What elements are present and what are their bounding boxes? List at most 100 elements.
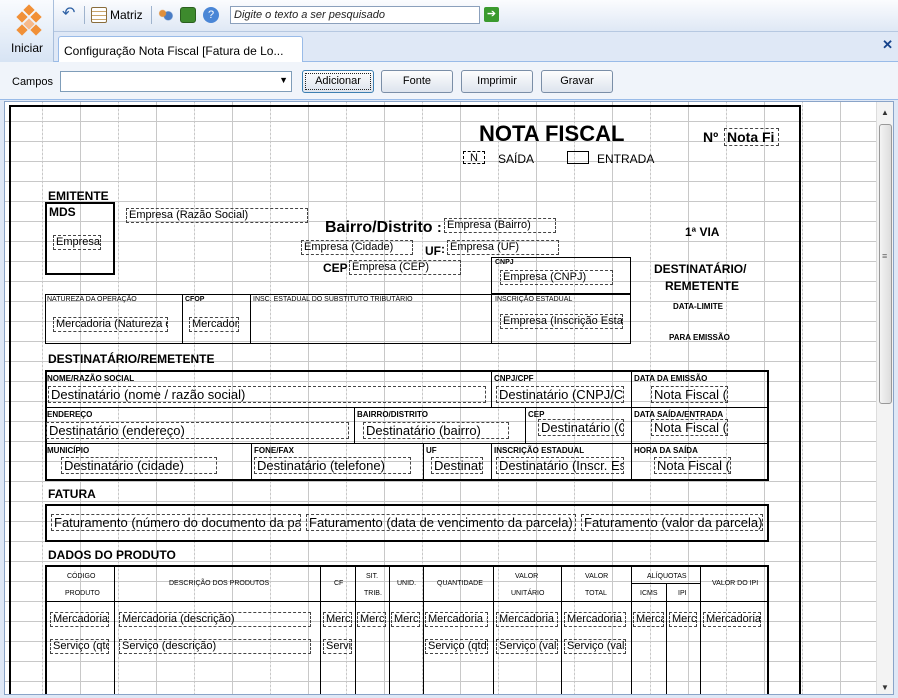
dest-rem-line1: DESTINATÁRIO/ — [654, 262, 747, 276]
fields-bar: Campos Adicionar Fonte Imprimir Gravar — [0, 62, 898, 100]
merc-icms-field[interactable]: Mercadoria — [633, 612, 664, 627]
emissao-field[interactable]: Nota Fiscal ( — [651, 386, 728, 403]
merc-cf-field[interactable]: Mercadoria — [323, 612, 352, 627]
nome-field[interactable]: Destinatário (nome / razão social) — [48, 386, 486, 403]
app-logo-icon — [15, 4, 43, 36]
fone-field[interactable]: Destinatário (telefone) — [254, 457, 411, 474]
scroll-thumb[interactable] — [879, 124, 892, 404]
numero-field[interactable]: Nota Fi — [724, 128, 779, 146]
merc-descricao-field[interactable]: Mercadoria (descrição) — [119, 612, 311, 627]
view-button[interactable] — [180, 5, 196, 25]
help-button[interactable]: ? — [203, 5, 219, 25]
dcep-field[interactable]: Destinatário (CEP) — [538, 419, 624, 436]
serv-descricao-field[interactable]: Serviço (descrição) — [119, 639, 311, 654]
col-produto: PRODUTO — [65, 590, 100, 597]
gravar-button[interactable]: Gravar — [541, 70, 613, 93]
merc-sit-field[interactable]: Mercadoria — [357, 612, 386, 627]
merc-codigo-field[interactable]: Mercadoria (código) — [50, 612, 109, 627]
col-ipi: IPI — [678, 590, 687, 597]
empresa-logo-field[interactable]: Empresa — [53, 235, 101, 250]
merc-total-field[interactable]: Mercadoria (total) — [564, 612, 626, 627]
matriz-button[interactable]: Matriz — [91, 5, 143, 25]
merc-vipi-field[interactable]: Mercadoria (IPI) — [703, 612, 761, 627]
dbairro-label: BAIRRO/DISTRITO — [357, 410, 428, 419]
endereco-field[interactable]: Destinatário (endereço) — [46, 422, 349, 439]
uf-label: UF — [425, 244, 441, 258]
col-sit: SIT. — [366, 573, 379, 580]
emissao-label: DATA DA EMISSÃO — [634, 374, 708, 383]
serv-codigo-field[interactable]: Serviço (qtd) — [50, 639, 109, 654]
entrada-checkbox — [567, 151, 589, 164]
col-total: TOTAL — [585, 590, 607, 597]
cnpj-label: CNPJ — [495, 259, 514, 266]
ie-st-label: INSC. ESTADUAL DO SUBSTITUTO TRIBUTÁRIO — [253, 296, 413, 303]
saida-checkbox[interactable]: N — [463, 151, 485, 164]
serv-qtd-field[interactable]: Serviço (qtd) — [425, 639, 488, 654]
iniciar-button[interactable]: Iniciar — [0, 0, 54, 62]
destinatario-heading: DESTINATÁRIO/REMETENTE — [48, 352, 215, 366]
cnpjcpf-field[interactable]: Destinatário (CNPJ/CPF) — [496, 386, 624, 403]
die-field[interactable]: Destinatário (Inscr. Estadual) — [496, 457, 624, 474]
ie-field[interactable]: Empresa (Inscrição Estadual) — [500, 314, 623, 329]
empresa-cep-field[interactable]: Empresa (CEP) — [349, 260, 461, 275]
eye-icon — [180, 7, 196, 23]
vertical-scrollbar[interactable]: ▲ ▼ — [876, 102, 893, 694]
bairro-label: Bairro/Distrito — [325, 219, 433, 236]
empresa-uf-field[interactable]: Empresa (UF) — [447, 240, 559, 255]
undo-button[interactable]: ↶ — [62, 5, 78, 25]
natureza-field[interactable]: Mercadoria (Natureza da — [53, 317, 168, 332]
scroll-down-icon[interactable]: ▼ — [881, 683, 889, 692]
merc-ipi-field[interactable]: Mercadoria — [669, 612, 697, 627]
campos-select[interactable] — [60, 71, 292, 92]
endereco-label: ENDEREÇO — [47, 410, 93, 419]
serv-cf-field[interactable]: Serviço — [323, 639, 352, 654]
die-label: INSCRIÇÃO ESTADUAL — [494, 446, 585, 455]
nota-fiscal-page: NOTA FISCAL Nº Nota Fi N SAÍDA ENTRADA E… — [9, 105, 801, 694]
duf-field[interactable]: Destinatário — [431, 457, 483, 474]
grid-icon — [91, 7, 107, 23]
users-button[interactable] — [157, 5, 173, 25]
tab-configuracao-nota-fiscal[interactable]: Configuração Nota Fiscal [Fatura de Lo..… — [58, 36, 303, 63]
imprimir-button[interactable]: Imprimir — [461, 70, 533, 93]
serv-unit-field[interactable]: Serviço (valor) — [496, 639, 558, 654]
cnpjcpf-label: CNPJ/CPF — [494, 374, 534, 383]
numero-label: Nº — [703, 129, 719, 145]
municipio-field[interactable]: Destinatário (cidade) — [61, 457, 217, 474]
mds-label: MDS — [49, 205, 76, 219]
col-valor-unit: VALOR — [515, 573, 539, 580]
merc-qtd-field[interactable]: Mercadoria (qtd) — [425, 612, 488, 627]
para-emissao-label: PARA EMISSÃO — [669, 333, 730, 342]
hora-field[interactable]: Nota Fiscal ( — [654, 457, 731, 474]
empresa-cidade-field[interactable]: Empresa (Cidade) — [301, 240, 413, 255]
col-codigo: CÓDIGO — [67, 573, 96, 580]
uf-colon: : — [441, 242, 445, 256]
search-input[interactable]: Digite o texto a ser pesquisado — [230, 6, 480, 24]
dbairro-field[interactable]: Destinatário (bairro) — [363, 422, 509, 439]
empresa-cnpj-field[interactable]: Empresa (CNPJ) — [500, 270, 613, 285]
undo-icon: ↶ — [62, 5, 76, 22]
fatura-vencimento-field[interactable]: Faturamento (data de vencimento da parce… — [306, 514, 576, 531]
fatura-numero-field[interactable]: Faturamento (número do documento da parc… — [51, 514, 301, 531]
merc-unid-field[interactable]: Mercadoria — [391, 612, 420, 627]
razao-social-field[interactable]: Empresa (Razão Social) — [126, 208, 308, 223]
ie-label: INSCRIÇÃO ESTADUAL — [495, 296, 573, 303]
col-unid: UNID. — [397, 580, 417, 587]
fonte-button[interactable]: Fonte — [381, 70, 453, 93]
scroll-up-icon[interactable]: ▲ — [881, 108, 889, 117]
col-trib: TRIB. — [364, 590, 382, 597]
empresa-bairro-field[interactable]: Empresa (Bairro) — [444, 218, 556, 233]
hora-label: HORA DA SAÍDA — [634, 446, 698, 455]
cfop-field[interactable]: Mercadoria — [189, 317, 239, 332]
serv-total-field[interactable]: Serviço (valor) — [564, 639, 626, 654]
design-area[interactable]: NOTA FISCAL Nº Nota Fi N SAÍDA ENTRADA E… — [4, 101, 894, 695]
go-arrow-icon[interactable]: ➔ — [484, 7, 499, 22]
close-icon[interactable]: ✕ — [882, 37, 893, 53]
merc-unit-field[interactable]: Mercadoria (valor) — [496, 612, 558, 627]
col-icms: ICMS — [640, 590, 658, 597]
natureza-label: NATUREZA DA OPERAÇÃO — [47, 296, 137, 303]
fatura-valor-field[interactable]: Faturamento (valor da parcela) — [581, 514, 763, 531]
adicionar-button[interactable]: Adicionar — [302, 70, 374, 93]
campos-label: Campos — [12, 76, 53, 88]
saida-data-field[interactable]: Nota Fiscal ( — [651, 419, 728, 436]
help-icon: ? — [203, 7, 219, 23]
